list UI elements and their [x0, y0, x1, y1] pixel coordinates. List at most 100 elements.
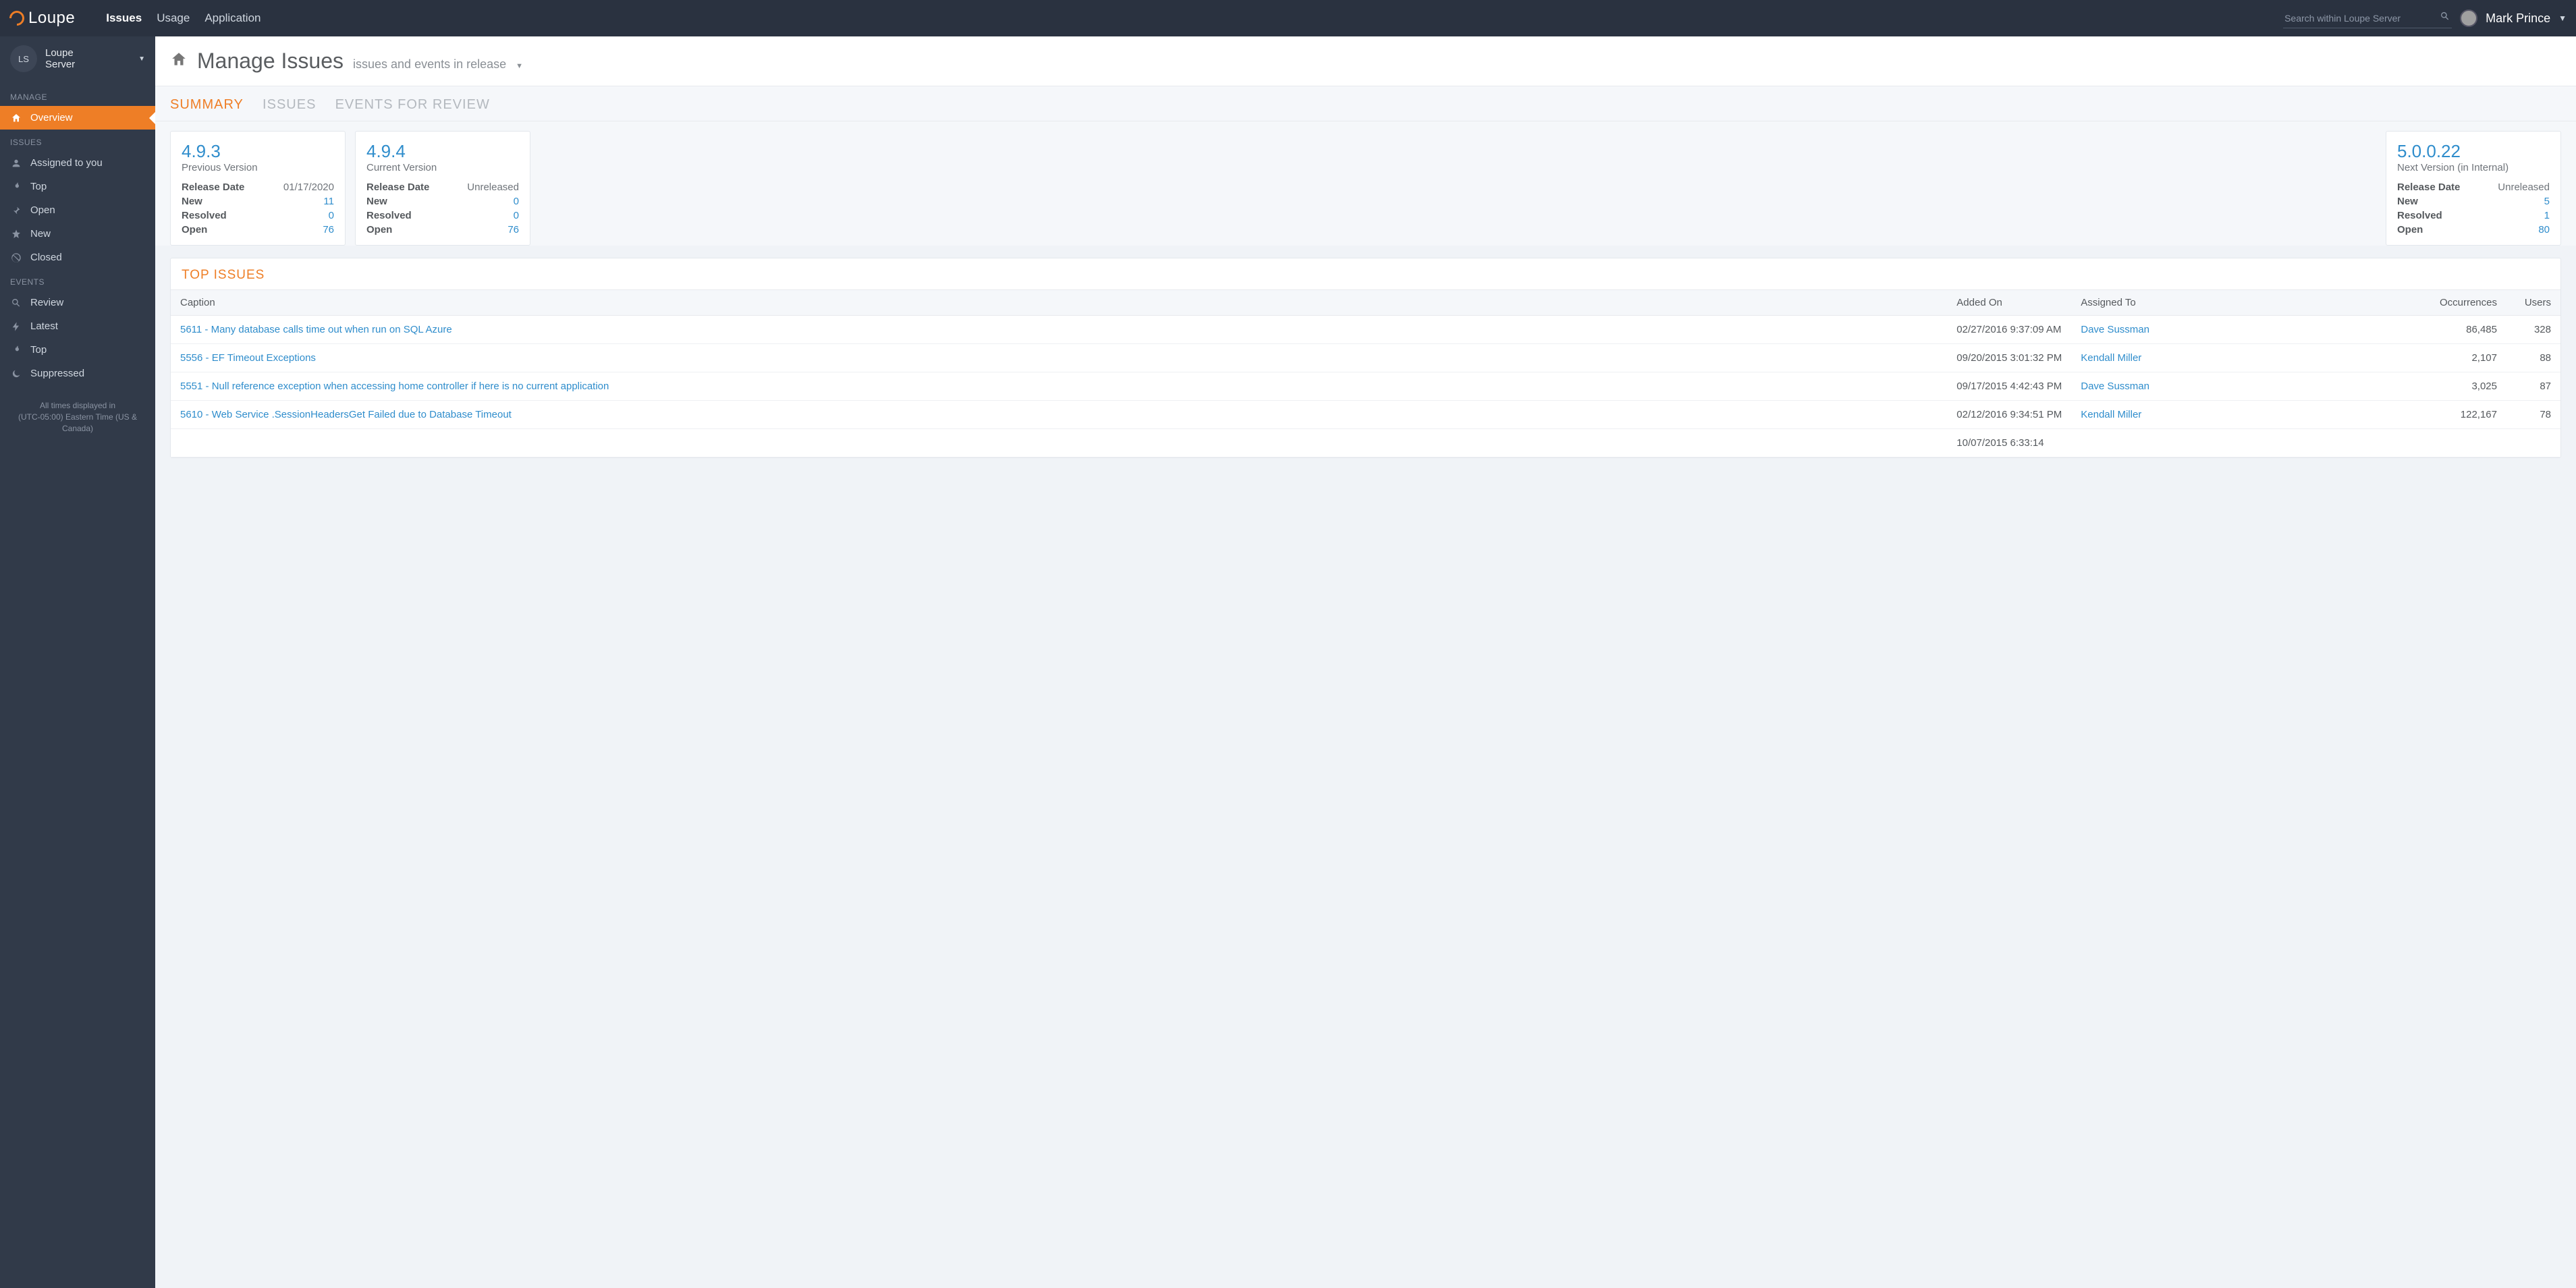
- issue-link[interactable]: 5611 - Many database calls time out when…: [180, 324, 452, 335]
- table-row[interactable]: 10/07/2015 6:33:14: [171, 429, 2560, 457]
- resolved-count-link[interactable]: 1: [2544, 210, 2550, 221]
- sidebar-item-open[interactable]: Open: [0, 198, 155, 222]
- global-search: [2283, 9, 2452, 28]
- home-icon: [170, 51, 188, 72]
- sidebar-item-closed[interactable]: Closed: [0, 246, 155, 269]
- sidebar-item-events-top[interactable]: Top: [0, 338, 155, 362]
- nav-application[interactable]: Application: [204, 11, 261, 25]
- version-card-current: 4.9.4 Current Version Release DateUnrele…: [355, 131, 530, 246]
- version-label: Current Version: [366, 162, 519, 173]
- sidebar-item-label: Assigned to you: [30, 157, 103, 169]
- nav-usage[interactable]: Usage: [157, 11, 190, 25]
- sidebar-item-label: Latest: [30, 320, 58, 332]
- chevron-down-icon[interactable]: ▼: [2558, 13, 2567, 23]
- new-count-link[interactable]: 5: [2544, 196, 2550, 207]
- logo-ring-icon: [6, 7, 27, 28]
- sidebar-item-top[interactable]: Top: [0, 175, 155, 198]
- sidebar-item-label: Top: [30, 344, 47, 356]
- version-card-next: 5.0.0.22 Next Version (in Internal) Rele…: [2386, 131, 2561, 246]
- chevron-down-icon[interactable]: ▼: [516, 62, 523, 70]
- assignee-link[interactable]: Dave Sussman: [2081, 324, 2149, 335]
- flame-icon: [10, 345, 22, 356]
- issue-link[interactable]: 5610 - Web Service .SessionHeadersGet Fa…: [180, 409, 512, 420]
- bolt-icon: [10, 321, 22, 332]
- sidebar-item-assigned[interactable]: Assigned to you: [0, 151, 155, 175]
- table-row[interactable]: 5556 - EF Timeout Exceptions 09/20/2015 …: [171, 344, 2560, 372]
- version-card-previous: 4.9.3 Previous Version Release Date01/17…: [170, 131, 346, 246]
- pin-icon: [10, 205, 22, 216]
- sidebar-item-label: Top: [30, 181, 47, 192]
- tab-issues[interactable]: ISSUES: [263, 97, 316, 113]
- topbar: Loupe Issues Usage Application Mark Prin…: [0, 0, 2576, 36]
- col-added[interactable]: Added On: [1947, 290, 2071, 316]
- sidebar-item-label: New: [30, 228, 51, 240]
- sidebar-item-label: Open: [30, 204, 55, 216]
- user-icon: [10, 158, 22, 169]
- assignee-link[interactable]: Dave Sussman: [2081, 381, 2149, 392]
- tab-summary[interactable]: SUMMARY: [170, 97, 244, 113]
- open-count-link[interactable]: 76: [508, 224, 519, 235]
- page-subtitle[interactable]: issues and events in release: [353, 57, 506, 72]
- version-number[interactable]: 5.0.0.22: [2397, 141, 2550, 162]
- resolved-count-link[interactable]: 0: [514, 210, 519, 221]
- main: Manage Issues issues and events in relea…: [155, 36, 2576, 1288]
- app-selector[interactable]: LS Loupe Server ▼: [0, 36, 155, 84]
- search-input[interactable]: [2283, 9, 2452, 28]
- col-caption[interactable]: Caption: [171, 290, 1947, 316]
- version-number[interactable]: 4.9.3: [182, 141, 334, 162]
- sidebar-item-review[interactable]: Review: [0, 291, 155, 314]
- sidebar-item-latest[interactable]: Latest: [0, 314, 155, 338]
- top-issues-title: TOP ISSUES: [171, 258, 2560, 289]
- brand-text: Loupe: [28, 9, 75, 28]
- resolved-count-link[interactable]: 0: [329, 210, 334, 221]
- version-cards: 4.9.3 Previous Version Release Date01/17…: [155, 121, 2576, 246]
- issue-link[interactable]: 5551 - Null reference exception when acc…: [180, 381, 609, 392]
- sidebar-item-label: Overview: [30, 112, 73, 123]
- search-icon[interactable]: [2440, 11, 2450, 23]
- new-count-link[interactable]: 0: [514, 196, 519, 207]
- col-users[interactable]: Users: [2506, 290, 2560, 316]
- col-assigned[interactable]: Assigned To: [2071, 290, 2419, 316]
- page-header: Manage Issues issues and events in relea…: [155, 36, 2576, 86]
- issues-table: Caption Added On Assigned To Occurrences…: [171, 289, 2560, 457]
- star-icon: [10, 229, 22, 240]
- sidebar-item-label: Closed: [30, 252, 62, 263]
- page-title: Manage Issues: [197, 49, 344, 74]
- app-line1: Loupe: [45, 47, 75, 59]
- logo[interactable]: Loupe: [9, 9, 75, 28]
- app-line2: Server: [45, 59, 75, 70]
- sidebar-item-overview[interactable]: Overview: [0, 106, 155, 130]
- table-row[interactable]: 5551 - Null reference exception when acc…: [171, 372, 2560, 401]
- chevron-down-icon: ▼: [138, 55, 145, 63]
- section-events: EVENTS: [0, 269, 155, 291]
- table-row[interactable]: 5610 - Web Service .SessionHeadersGet Fa…: [171, 401, 2560, 429]
- avatar[interactable]: [2460, 9, 2477, 27]
- home-icon: [10, 113, 22, 123]
- user-menu[interactable]: Mark Prince: [2486, 11, 2550, 26]
- sidebar: LS Loupe Server ▼ MANAGE Overview ISSUES…: [0, 36, 155, 1288]
- tabs: SUMMARY ISSUES EVENTS FOR REVIEW: [155, 86, 2576, 121]
- app-chip: LS: [10, 45, 37, 72]
- search-icon: [10, 298, 22, 308]
- issues-scroll[interactable]: Caption Added On Assigned To Occurrences…: [171, 289, 2560, 457]
- assignee-link[interactable]: Kendall Miller: [2081, 352, 2141, 364]
- open-count-link[interactable]: 76: [323, 224, 334, 235]
- nav-issues[interactable]: Issues: [106, 11, 142, 25]
- timezone-info: All times displayed in (UTC-05:00) Easte…: [0, 400, 155, 447]
- sidebar-item-label: Suppressed: [30, 368, 84, 379]
- sidebar-item-new[interactable]: New: [0, 222, 155, 246]
- issue-link[interactable]: 5556 - EF Timeout Exceptions: [180, 352, 316, 364]
- new-count-link[interactable]: 11: [323, 196, 334, 207]
- open-count-link[interactable]: 80: [2538, 224, 2550, 235]
- section-manage: MANAGE: [0, 84, 155, 106]
- sidebar-item-suppressed[interactable]: Suppressed: [0, 362, 155, 385]
- version-label: Previous Version: [182, 162, 334, 173]
- tab-events[interactable]: EVENTS FOR REVIEW: [335, 97, 490, 113]
- flame-icon: [10, 181, 22, 192]
- table-row[interactable]: 5611 - Many database calls time out when…: [171, 316, 2560, 344]
- version-number[interactable]: 4.9.4: [366, 141, 519, 162]
- moon-icon: [10, 368, 22, 379]
- col-occurrences[interactable]: Occurrences: [2419, 290, 2506, 316]
- top-nav: Issues Usage Application: [106, 11, 261, 25]
- assignee-link[interactable]: Kendall Miller: [2081, 409, 2141, 420]
